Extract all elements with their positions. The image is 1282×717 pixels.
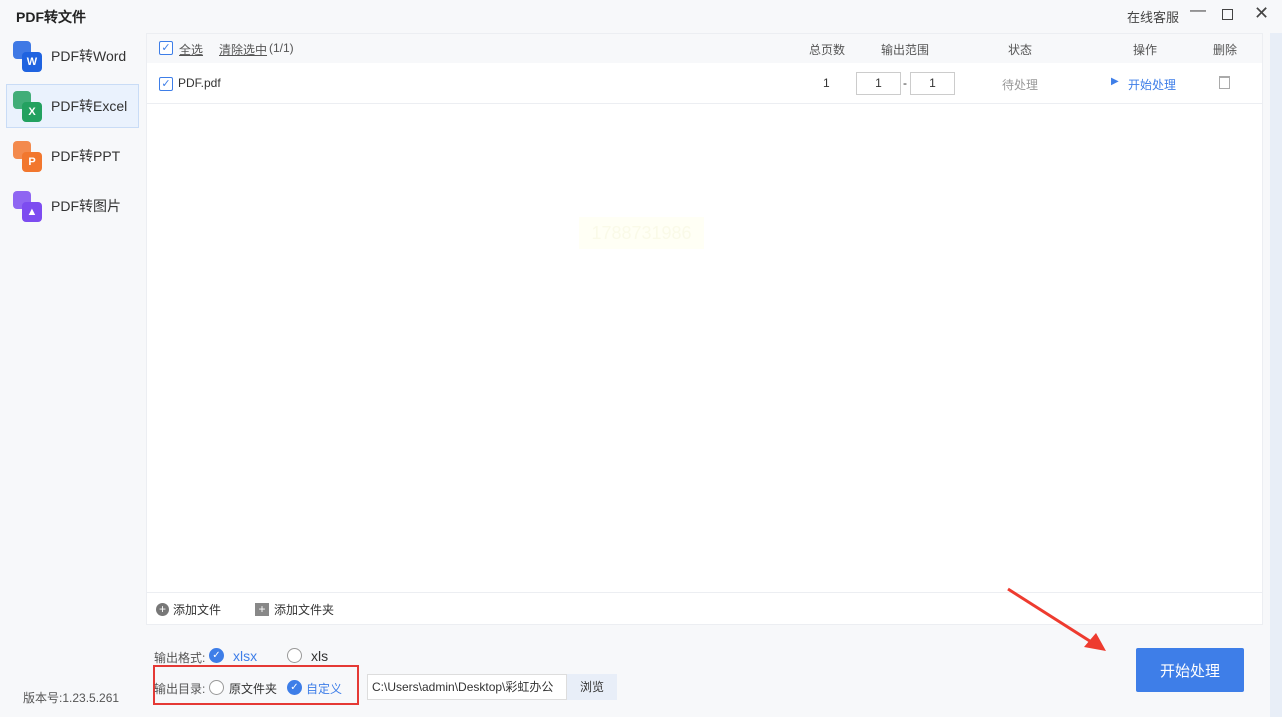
minimize-button[interactable]: — <box>1190 2 1206 20</box>
range-to-input[interactable]: 1 <box>910 72 955 95</box>
select-all-link[interactable]: 全选 <box>179 41 203 58</box>
sidebar-item-1[interactable]: X PDF转Excel <box>6 84 139 128</box>
col-delete: 删除 <box>1213 43 1238 57</box>
format-label: 输出格式: <box>154 651 206 665</box>
xlsx-label[interactable]: xlsx <box>233 648 257 664</box>
add-icon: + <box>156 602 169 616</box>
add-folder-button[interactable]: 添加文件夹 <box>274 601 334 618</box>
add-file-button[interactable]: 添加文件 <box>173 601 221 618</box>
start-row-button[interactable]: 开始处理 <box>1128 76 1176 93</box>
start-processing-button[interactable]: 开始处理 <box>1136 648 1244 692</box>
watermark: 1788731986 <box>579 217 704 249</box>
select-all-checkbox[interactable]: ✓ <box>159 41 173 55</box>
play-icon: ▶ <box>1111 76 1119 87</box>
sidebar-item-0[interactable]: W PDF转Word <box>6 34 139 78</box>
dir-label: 输出目录: <box>154 682 206 696</box>
arrow-annotation <box>1007 587 1106 651</box>
maximize-button[interactable] <box>1222 9 1233 20</box>
custom-folder-label[interactable]: 自定义 <box>306 680 342 697</box>
output-path-input[interactable]: C:\Users\admin\Desktop\彩虹办公 <box>367 674 567 700</box>
folder-add-icon: + <box>255 602 270 616</box>
version-text: 版本号:1.23.5.261 <box>23 691 120 705</box>
col-status: 状态 <box>1008 43 1033 57</box>
sidebar-item-3[interactable]: ▲ PDF转图片 <box>6 184 139 228</box>
col-action: 操作 <box>1133 43 1158 57</box>
original-folder-label[interactable]: 原文件夹 <box>229 680 277 697</box>
col-total-pages: 总页数 <box>809 43 846 57</box>
app-title: PDF转文件 <box>16 9 86 25</box>
scrollbar[interactable] <box>1270 33 1282 717</box>
xlsx-radio[interactable]: ✓ <box>209 648 224 663</box>
online-support-link[interactable]: 在线客服 <box>1127 7 1179 26</box>
close-button[interactable]: ✕ <box>1254 3 1269 24</box>
range-separator: - <box>903 76 907 90</box>
custom-folder-radio[interactable]: ✓ <box>287 680 302 695</box>
sidebar-item-label: PDF转Word <box>51 48 127 64</box>
table-header: ✓ 全选 清除选中 (1/1) 总页数 输出范围 状态 操作 删除 <box>147 34 1262 63</box>
sidebar-item-label: PDF转Excel <box>51 98 128 114</box>
convert-icon: P <box>13 141 43 172</box>
trash-icon[interactable] <box>1219 76 1230 89</box>
browse-button[interactable]: 浏览 <box>567 674 617 700</box>
sidebar-item-label: PDF转PPT <box>51 148 121 164</box>
file-list-panel: ✓ 全选 清除选中 (1/1) 总页数 输出范围 状态 操作 删除 ✓ PDF.… <box>146 33 1263 625</box>
xls-radio[interactable] <box>287 648 302 663</box>
row-checkbox[interactable]: ✓ <box>159 77 173 91</box>
table-row: ✓ PDF.pdf 1 1 - 1 待处理 ▶ 开始处理 <box>147 64 1262 104</box>
sidebar-item-2[interactable]: P PDF转PPT <box>6 134 139 178</box>
sidebar-item-label: PDF转图片 <box>51 198 121 214</box>
status-text: 待处理 <box>1002 78 1039 92</box>
convert-icon: W <box>13 41 43 72</box>
convert-icon: ▲ <box>13 191 43 222</box>
original-folder-radio[interactable] <box>209 680 224 695</box>
convert-icon: X <box>13 91 43 122</box>
range-from-input[interactable]: 1 <box>856 72 901 95</box>
page-count: 1 <box>823 76 830 90</box>
selection-count: (1/1) <box>269 41 294 55</box>
col-output-range: 输出范围 <box>881 43 930 57</box>
xls-label[interactable]: xls <box>311 648 328 664</box>
clear-selection-link[interactable]: 清除选中 <box>219 41 267 58</box>
file-name: PDF.pdf <box>178 76 221 90</box>
